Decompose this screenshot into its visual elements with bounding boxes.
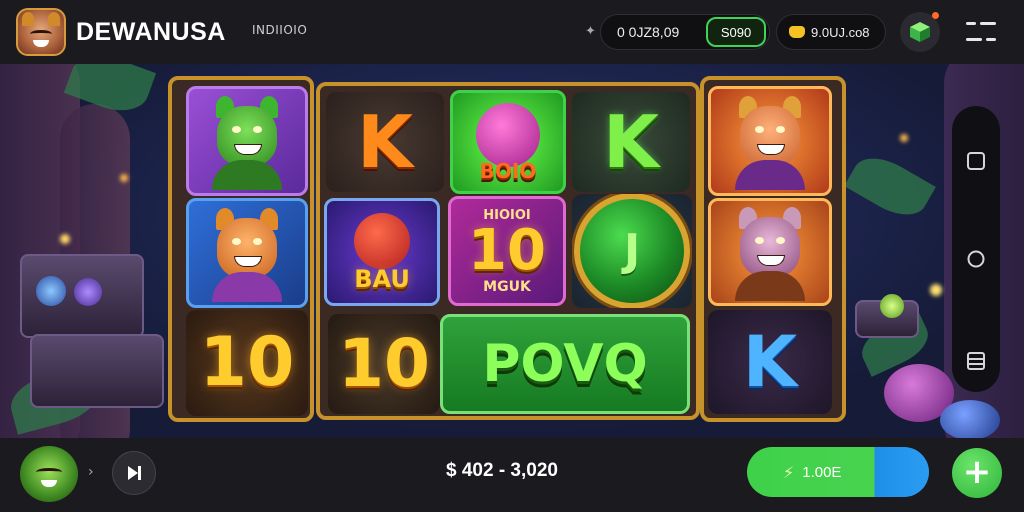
plus-button[interactable]: + <box>952 448 1002 498</box>
balance-display[interactable]: 0 0JZ8,09 S090 <box>600 14 770 50</box>
side-panel <box>952 106 1000 392</box>
spin-label: 1.00E <box>802 463 842 481</box>
symbol-povq-banner: POVQ <box>440 314 690 414</box>
symbol-green-dragon <box>186 86 308 196</box>
symbol-k-orange: K <box>326 92 444 192</box>
symbol-boar <box>708 198 832 306</box>
symbol-bau-orb: BAU <box>324 198 440 306</box>
brand-avatar-icon[interactable] <box>16 8 66 56</box>
sparkle-icon: ✦ <box>585 24 596 39</box>
top-bar: DEWANUSA INDIIOIO ✦ 0 0JZ8,09 S090 9.0UJ… <box>0 0 1024 64</box>
bottom-bar: › $ 402 - 3,020 ⚡ 1.00E + <box>0 438 1024 512</box>
coins-display[interactable]: 9.0UJ.co8 <box>776 14 886 50</box>
list-icon[interactable] <box>965 350 987 372</box>
symbol-ten-left: 10 <box>186 310 308 416</box>
plus-icon: + <box>962 451 992 492</box>
coins-value: 9.0UJ.co8 <box>811 24 870 40</box>
brand-title[interactable]: DEWANUSA <box>76 18 226 47</box>
symbol-ten-mega: HIOIOI 10 MGUK <box>448 196 566 306</box>
balance-value: 0 0JZ8,09 <box>617 24 680 40</box>
symbol-ogre-king <box>708 86 832 196</box>
circle-icon[interactable] <box>965 248 987 270</box>
symbol-k-green: K <box>572 92 690 192</box>
bolt-icon: ⚡ <box>783 462 795 482</box>
symbol-k-blue: K <box>708 310 832 414</box>
square-icon[interactable] <box>965 150 987 172</box>
balance-chip[interactable]: S090 <box>706 17 766 47</box>
notification-dot <box>932 12 939 19</box>
spin-button[interactable]: ⚡ 1.00E <box>747 447 929 497</box>
cube-button[interactable] <box>900 12 940 52</box>
brand-subtitle: INDIIOIO <box>252 23 308 37</box>
symbol-tiger <box>186 198 308 308</box>
menu-icon[interactable] <box>966 20 996 44</box>
cube-icon <box>910 22 930 42</box>
coin-icon <box>789 26 805 38</box>
symbol-pink-orb: BOIO <box>450 90 566 194</box>
symbol-ten-left-bottom: 10 <box>328 314 440 414</box>
symbol-green-coin: J <box>572 194 692 308</box>
